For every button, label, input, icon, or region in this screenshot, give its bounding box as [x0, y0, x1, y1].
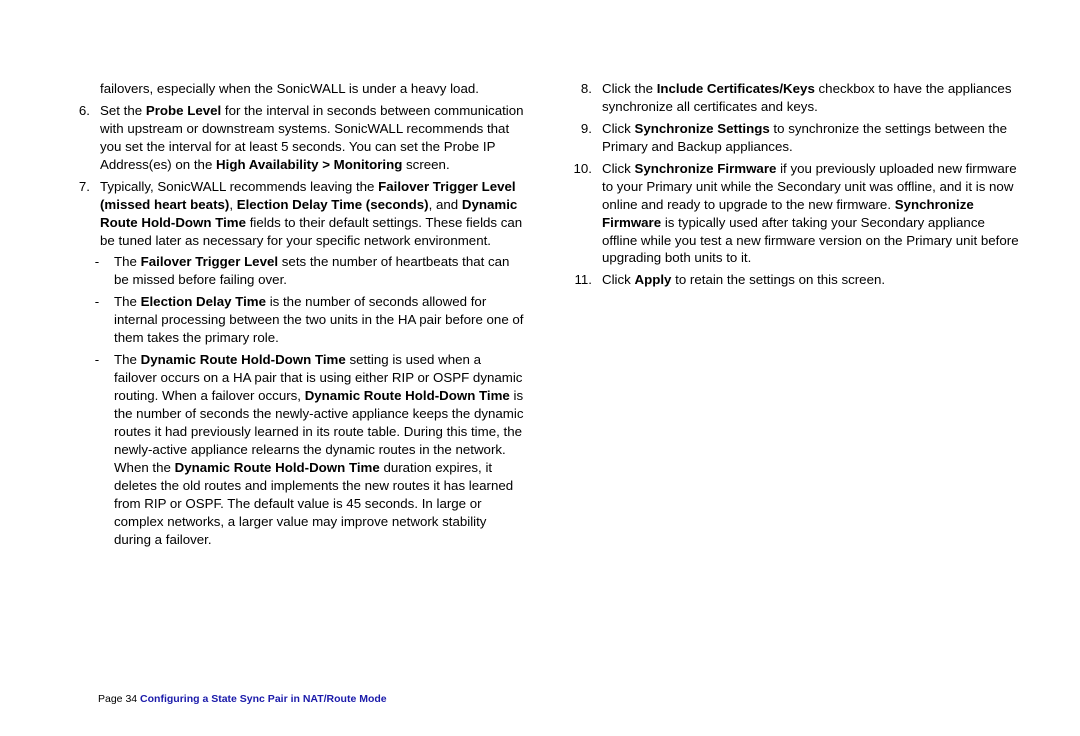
bold-text: Dynamic Route Hold-Down Time — [175, 460, 380, 475]
text-part: Click — [602, 161, 635, 176]
text-part: to retain the settings on this screen. — [671, 272, 885, 287]
item-number: 10. — [556, 160, 602, 268]
text-part: screen. — [402, 157, 449, 172]
item-text: Set the Probe Level for the interval in … — [100, 102, 524, 174]
bold-text: Include Certificates/Keys — [657, 81, 815, 96]
text-part: Click — [602, 121, 635, 136]
text-part: , — [229, 197, 236, 212]
item-number: 8. — [556, 80, 602, 116]
bold-text: Election Delay Time (seconds) — [237, 197, 429, 212]
sub-item-text: The Dynamic Route Hold-Down Time setting… — [114, 351, 524, 548]
bold-text: High Availability > Monitoring — [216, 157, 402, 172]
text-part: Typically, SonicWALL recommends leaving … — [100, 179, 378, 194]
bullet-dash: - — [86, 253, 114, 289]
item-text: Click Synchronize Firmware if you previo… — [602, 160, 1022, 268]
text-part: Set the — [100, 103, 146, 118]
list-item-6: 6. Set the Probe Level for the interval … — [58, 102, 524, 174]
two-column-layout: failovers, especially when the SonicWALL… — [58, 80, 1022, 672]
bullet-dash: - — [86, 351, 114, 548]
bold-text: Synchronize Firmware — [635, 161, 777, 176]
page-footer: Page 34 Configuring a State Sync Pair in… — [58, 692, 1022, 706]
item-number: 11. — [556, 271, 602, 289]
item-text: Click Synchronize Settings to synchroniz… — [602, 120, 1022, 156]
sub-item-2: - The Election Delay Time is the number … — [58, 293, 524, 347]
bullet-dash: - — [86, 293, 114, 347]
item-text: Typically, SonicWALL recommends leaving … — [100, 178, 524, 250]
left-column: failovers, especially when the SonicWALL… — [58, 80, 524, 672]
footer-section-title: Configuring a State Sync Pair in NAT/Rou… — [140, 693, 387, 705]
sub-item-text: The Failover Trigger Level sets the numb… — [114, 253, 524, 289]
bold-text: Dynamic Route Hold-Down Time — [305, 388, 510, 403]
list-item-7: 7. Typically, SonicWALL recommends leavi… — [58, 178, 524, 250]
text-part: The — [114, 254, 141, 269]
sub-item-1: - The Failover Trigger Level sets the nu… — [58, 253, 524, 289]
text-part: The — [114, 352, 141, 367]
text-part: is typically used after taking your Seco… — [602, 215, 1019, 266]
bold-text: Election Delay Time — [141, 294, 266, 309]
list-item-10: 10. Click Synchronize Firmware if you pr… — [556, 160, 1022, 268]
spacer — [58, 80, 100, 98]
bold-text: Apply — [635, 272, 672, 287]
item-text: Click Apply to retain the settings on th… — [602, 271, 1022, 289]
list-item-9: 9. Click Synchronize Settings to synchro… — [556, 120, 1022, 156]
list-item-11: 11. Click Apply to retain the settings o… — [556, 271, 1022, 289]
intro-text: failovers, especially when the SonicWALL… — [100, 80, 524, 98]
sub-item-text: The Election Delay Time is the number of… — [114, 293, 524, 347]
item-number: 7. — [58, 178, 100, 250]
item-number: 9. — [556, 120, 602, 156]
bold-text: Failover Trigger Level — [141, 254, 278, 269]
bold-text: Dynamic Route Hold-Down Time — [141, 352, 346, 367]
right-column: 8. Click the Include Certificates/Keys c… — [556, 80, 1022, 672]
document-page: failovers, especially when the SonicWALL… — [0, 0, 1080, 736]
text-part: Click the — [602, 81, 657, 96]
bold-text: Synchronize Settings — [635, 121, 770, 136]
item-number: 6. — [58, 102, 100, 174]
footer-page-number: Page 34 — [98, 693, 140, 705]
list-item-8: 8. Click the Include Certificates/Keys c… — [556, 80, 1022, 116]
text-part: , and — [429, 197, 462, 212]
bold-text: Probe Level — [146, 103, 221, 118]
continuation-text: failovers, especially when the SonicWALL… — [58, 80, 524, 98]
text-part: Click — [602, 272, 635, 287]
text-part: The — [114, 294, 141, 309]
item-text: Click the Include Certificates/Keys chec… — [602, 80, 1022, 116]
sub-item-3: - The Dynamic Route Hold-Down Time setti… — [58, 351, 524, 548]
